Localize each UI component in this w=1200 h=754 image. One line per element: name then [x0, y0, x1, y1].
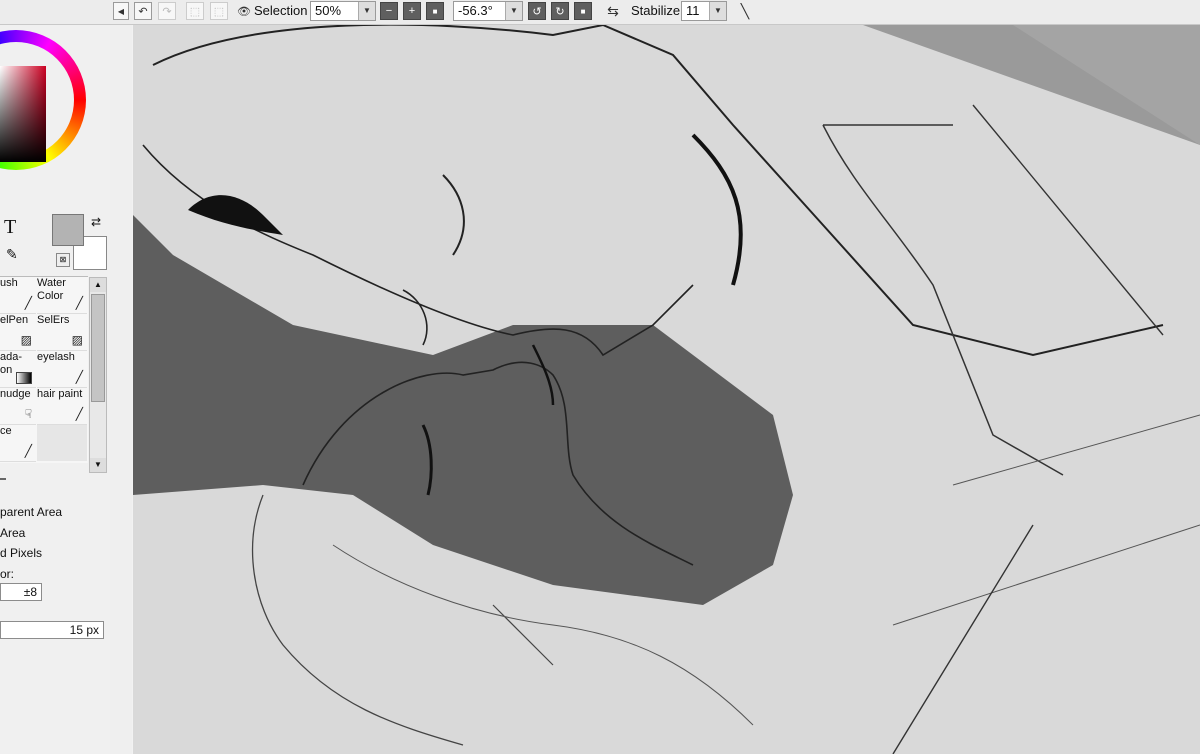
option-area[interactable]: Area: [0, 526, 25, 540]
zoom-reset-button[interactable]: ■: [426, 2, 444, 20]
brush-item[interactable]: Water Color ╱: [37, 277, 87, 314]
rotate-reset-button[interactable]: ■: [574, 2, 592, 20]
zoom-dropdown[interactable]: 50% ▼: [310, 1, 376, 21]
rotate-right-button[interactable]: ↻: [551, 2, 569, 20]
selers-icon: ▨: [71, 333, 83, 347]
stabilizer-value: 11: [686, 3, 700, 18]
brush-icon: ╱: [24, 296, 32, 310]
pen-icon: ╱: [75, 407, 83, 421]
brush-label: nudge: [0, 388, 31, 400]
brush-label: ush: [0, 277, 18, 289]
brush-label: hair paint: [37, 388, 83, 400]
brush-item[interactable]: ce ╱: [0, 425, 36, 462]
stabilizer-label: Stabilizer: [631, 3, 685, 18]
panel-separator[interactable]: [0, 478, 6, 480]
primary-color-swatch[interactable]: [52, 214, 84, 246]
transparent-color-icon[interactable]: ⊠: [56, 253, 70, 267]
option-transparent-area[interactable]: parent Area: [0, 505, 62, 519]
brush-item[interactable]: elPen ▨: [0, 314, 36, 351]
chevron-down-icon: ▼: [358, 2, 375, 20]
pen-icon: ╱: [24, 444, 32, 458]
rotation-value: -56.3°: [458, 3, 493, 18]
smudge-icon: ☟: [24, 407, 32, 421]
brush-item[interactable]: SelErs ▨: [37, 314, 87, 351]
zoom-value: 50%: [315, 3, 342, 18]
size-field[interactable]: 15 px: [0, 621, 104, 639]
pen-icon: ╱: [75, 370, 83, 384]
brush-label: eyelash: [37, 351, 75, 363]
left-panel: ▦ T ✎ ⇄ ⊠ ush ╱ Water Color ╱ elPen ▨ Se…: [0, 0, 111, 754]
brush-item[interactable]: nudge ☟: [0, 388, 36, 425]
zoom-in-button[interactable]: +: [403, 2, 421, 20]
stabilizer-dropdown[interactable]: 11 ▼: [681, 1, 727, 21]
chevron-down-icon: ▼: [709, 2, 726, 20]
brush-item[interactable]: hair paint ╱: [37, 388, 87, 425]
swap-colors-icon[interactable]: ⇄: [91, 215, 101, 229]
brush-label: SelErs: [37, 314, 70, 326]
rotate-left-button[interactable]: ↺: [528, 2, 546, 20]
option-pixels[interactable]: d Pixels: [0, 546, 42, 560]
water-brush-icon: ╱: [75, 296, 83, 310]
invert-selection-icon[interactable]: ⬚: [210, 2, 228, 20]
brush-label: Water Color: [37, 277, 66, 302]
brush-item[interactable]: ush ╱: [0, 277, 36, 314]
flip-horizontal-icon[interactable]: ⇆: [604, 2, 622, 20]
gradation-icon: [16, 372, 32, 384]
brush-grid: ush ╱ Water Color ╱ elPen ▨ SelErs ▨ ada…: [0, 276, 88, 463]
redo-icon[interactable]: ↷: [158, 2, 176, 20]
brush-item[interactable]: eyelash ╱: [37, 351, 87, 388]
tolerance-field[interactable]: ±8: [0, 583, 42, 601]
brush-label: ce: [0, 425, 12, 437]
scroll-thumb[interactable]: [91, 294, 105, 402]
panel-divider: [110, 0, 132, 754]
saturation-value-square[interactable]: [0, 66, 46, 162]
undo-icon[interactable]: ↶: [134, 2, 152, 20]
text-tool-icon[interactable]: T: [4, 216, 16, 239]
brush-scrollbar[interactable]: ▲ ▼: [89, 277, 107, 473]
toolbar: ◀ ↶ ↷ ⬚ ⬚ 👁 Selection 50% ▼ − + ■ -56.3°…: [0, 0, 1200, 25]
option-color-label: or:: [0, 567, 15, 581]
selection-label: Selection: [254, 3, 308, 18]
collapse-panel-icon[interactable]: ◀: [113, 2, 129, 20]
rotation-dropdown[interactable]: -56.3° ▼: [453, 1, 523, 21]
empty-brush-slot[interactable]: [37, 425, 87, 461]
brush-item[interactable]: ada- on: [0, 351, 36, 388]
deselect-icon[interactable]: ⬚: [186, 2, 204, 20]
brush-label: elPen: [0, 314, 29, 326]
chevron-down-icon: ▼: [505, 2, 522, 20]
drawing-canvas[interactable]: [133, 25, 1200, 754]
scroll-down-arrow[interactable]: ▼: [90, 458, 106, 472]
scroll-up-arrow[interactable]: ▲: [90, 278, 106, 292]
eyedropper-icon[interactable]: ✎: [6, 246, 18, 263]
selpen-icon: ▨: [20, 333, 32, 347]
zoom-out-button[interactable]: −: [380, 2, 398, 20]
selection-visibility-icon[interactable]: 👁: [235, 2, 253, 20]
line-tool-icon[interactable]: ╲: [736, 2, 754, 20]
artwork-sketch: [133, 25, 1200, 754]
